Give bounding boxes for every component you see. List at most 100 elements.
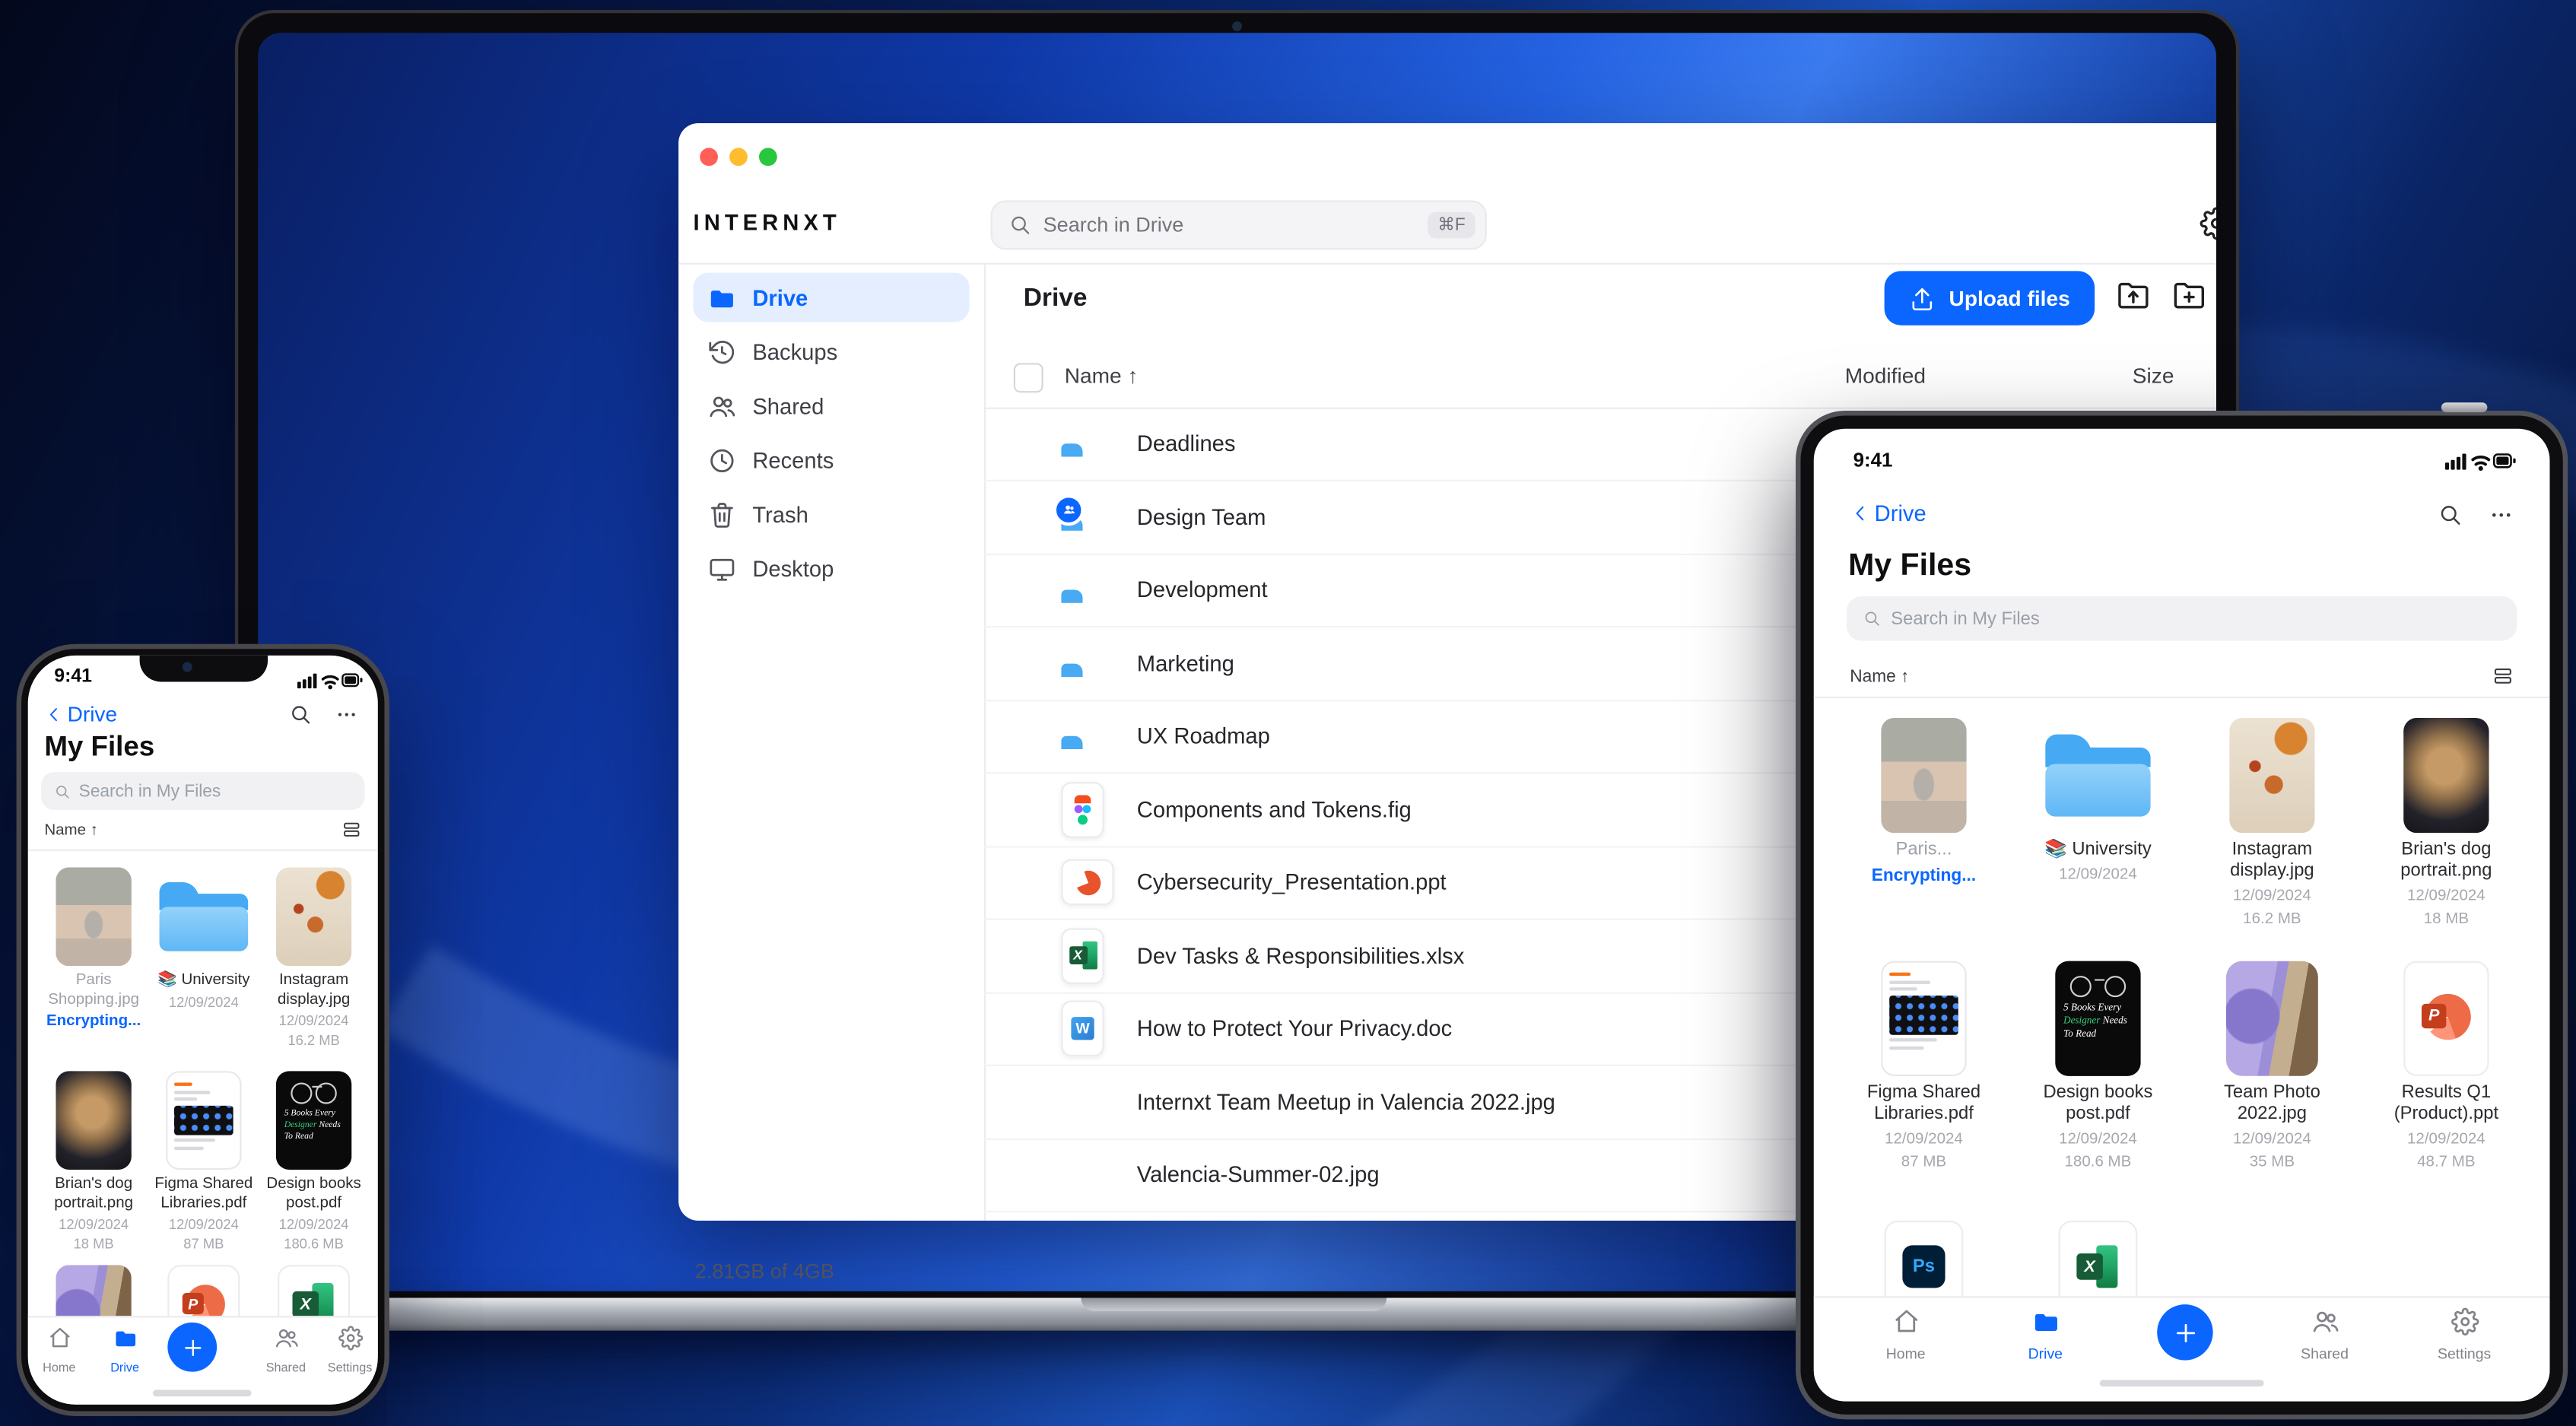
add-button[interactable]	[167, 1322, 218, 1372]
folder-icon	[2045, 734, 2151, 817]
minimize-window-button[interactable]	[729, 148, 748, 167]
history-icon	[708, 338, 736, 366]
photo-thumbnail	[2403, 717, 2489, 834]
nav-settings[interactable]: Settings	[317, 1326, 378, 1375]
back-button[interactable]: Drive	[1850, 501, 1926, 526]
nav-drive[interactable]: Drive	[92, 1326, 157, 1375]
file-size: 16.2 MB	[287, 1031, 340, 1049]
storage-widget: 2.81GB of 4GB Upgrade now	[695, 1260, 968, 1291]
nav-home[interactable]: Home	[1860, 1307, 1952, 1362]
sort-row: Name ↑	[1850, 667, 2514, 691]
pdf-banner-art	[173, 1104, 233, 1135]
home-icon	[1892, 1307, 1920, 1335]
file-card[interactable]: 5 Books Every Designer Needs To Read Des…	[261, 1066, 366, 1252]
column-size[interactable]: Size	[2133, 363, 2174, 387]
file-name: Deadlines	[1136, 431, 1236, 456]
drive-search-input[interactable]: Search in Drive ⌘F	[990, 200, 1487, 250]
new-folder-button[interactable]	[2172, 277, 2206, 319]
search-button[interactable]	[289, 703, 312, 735]
file-card[interactable]: Brian's dog portrait.png 12/09/2024 18 M…	[2368, 711, 2525, 928]
list-view-toggle[interactable]	[341, 820, 361, 844]
home-indicator[interactable]	[152, 1389, 252, 1397]
pdf-thumbnail	[1881, 961, 1967, 1076]
search-icon	[54, 783, 71, 799]
sidebar-item-label: Backups	[752, 339, 838, 364]
folder-card[interactable]: 📚 University 12/09/2024	[151, 862, 256, 1009]
file-card[interactable]: 5 Books Every Designer Needs To Read Des…	[2019, 954, 2177, 1171]
folder-card[interactable]: 📚 University 12/09/2024	[2019, 711, 2177, 884]
nav-home[interactable]: Home	[28, 1326, 92, 1375]
pdf-thumbnail: 5 Books Every Designer Needs To Read	[2055, 961, 2141, 1076]
file-card[interactable]: P Results Q1 (Product).ppt 12/09/2024 48…	[2368, 954, 2525, 1171]
page-title: Drive	[1023, 284, 1088, 313]
storage-usage-text: 2.81GB of 4GB	[694, 1259, 834, 1284]
more-button[interactable]	[335, 703, 358, 735]
file-card[interactable]: Paris Shopping.jpg Encrypting...	[41, 862, 146, 1030]
column-modified[interactable]: Modified	[1845, 363, 1926, 387]
file-name: Components and Tokens.fig	[1136, 797, 1412, 822]
sidebar-item-recents[interactable]: Recents	[694, 435, 970, 484]
search-input[interactable]: Search in My Files	[1846, 596, 2517, 641]
nav-shared[interactable]: Shared	[2279, 1307, 2371, 1362]
file-name: Results Q1 (Product).ppt	[2393, 1082, 2499, 1124]
column-name[interactable]: Name ↑	[1065, 363, 1139, 387]
photo-thumbnail	[56, 867, 132, 967]
sidebar-item-shared[interactable]: Shared	[694, 381, 970, 430]
sidebar-item-desktop[interactable]: Desktop	[694, 544, 970, 593]
upload-files-button[interactable]: Upload files	[1885, 271, 2095, 326]
sort-by-name[interactable]: Name ↑	[44, 821, 98, 840]
close-window-button[interactable]	[700, 148, 718, 167]
file-size: 18 MB	[73, 1235, 114, 1252]
gear-icon	[2200, 207, 2216, 240]
home-indicator[interactable]	[2099, 1380, 2264, 1387]
tablet-device: 9:41 Drive My Files Search in My Files N…	[1795, 402, 2568, 1420]
file-card[interactable]: Figma Shared Libraries.pdf 12/09/2024 87…	[1845, 954, 2003, 1171]
file-name: Design books post.pdf	[266, 1174, 361, 1212]
file-name: Valencia-Summer-02.jpg	[1136, 1162, 1380, 1188]
folder-icon	[708, 284, 736, 312]
file-name: Design books post.pdf	[2043, 1082, 2153, 1124]
file-card[interactable]: Paris... Encrypting...	[1845, 711, 2003, 885]
back-button[interactable]: Drive	[44, 701, 117, 726]
sidebar-item-label: Recents	[752, 447, 834, 473]
sort-by-name[interactable]: Name ↑	[1850, 667, 1909, 687]
file-card[interactable]: Instagram display.jpg 12/09/2024 16.2 MB	[2193, 711, 2351, 928]
select-all-checkbox[interactable]	[1013, 363, 1043, 393]
sidebar-item-drive[interactable]: Drive	[693, 272, 970, 322]
file-card[interactable]: Brian's dog portrait.png 12/09/2024 18 M…	[41, 1066, 146, 1252]
nav-shared[interactable]: Shared	[253, 1326, 319, 1375]
file-card[interactable]: Instagram display.jpg 12/09/2024 16.2 MB	[261, 862, 366, 1048]
pdf-thumbnail: 5 Books Every Designer Needs To Read	[275, 1071, 352, 1170]
file-name: Paris...	[1895, 839, 1952, 859]
people-icon	[274, 1326, 298, 1350]
sidebar-item-trash[interactable]: Trash	[694, 490, 970, 539]
file-date: 12/09/2024	[168, 1215, 239, 1233]
file-card[interactable]: Figma Shared Libraries.pdf 12/09/2024 87…	[151, 1066, 256, 1252]
file-name: Paris Shopping.jpg	[48, 970, 140, 1008]
clock-icon	[708, 446, 736, 474]
sidebar-item-label: Drive	[752, 284, 808, 310]
zoom-window-button[interactable]	[758, 148, 777, 167]
nav-drive[interactable]: Drive	[1999, 1307, 2092, 1362]
upload-folder-button[interactable]	[2116, 277, 2150, 319]
tablet-screen: 9:41 Drive My Files Search in My Files N…	[1813, 428, 2550, 1402]
nav-settings[interactable]: Settings	[2419, 1307, 2511, 1362]
file-name: Marketing	[1136, 650, 1234, 676]
search-input[interactable]: Search in My Files	[41, 772, 365, 810]
add-button[interactable]	[2157, 1304, 2213, 1361]
folder-name: 📚 University	[2044, 839, 2152, 859]
list-view-toggle[interactable]	[2492, 665, 2514, 692]
file-date: 12/09/2024	[59, 1215, 129, 1233]
sidebar-item-backups[interactable]: Backups	[694, 327, 970, 376]
file-date: 12/09/2024	[278, 1012, 349, 1029]
sidebar: Drive Backups Shared Recents Trash Deskt…	[678, 263, 984, 1283]
search-button[interactable]	[2438, 503, 2463, 535]
sort-row: Name ↑	[44, 821, 361, 844]
tablet-bottom-nav: Home Drive Shared Settings	[1813, 1296, 2550, 1380]
tablet-status-bar: 9:41	[1814, 449, 2550, 473]
settings-gear-button[interactable]	[2200, 207, 2216, 248]
file-date: 12/09/2024	[2407, 1130, 2485, 1148]
file-card[interactable]: Team Photo 2022.jpg 12/09/2024 35 MB	[2193, 954, 2351, 1171]
more-button[interactable]	[2489, 503, 2514, 535]
file-date: 12/09/2024	[2407, 887, 2485, 906]
